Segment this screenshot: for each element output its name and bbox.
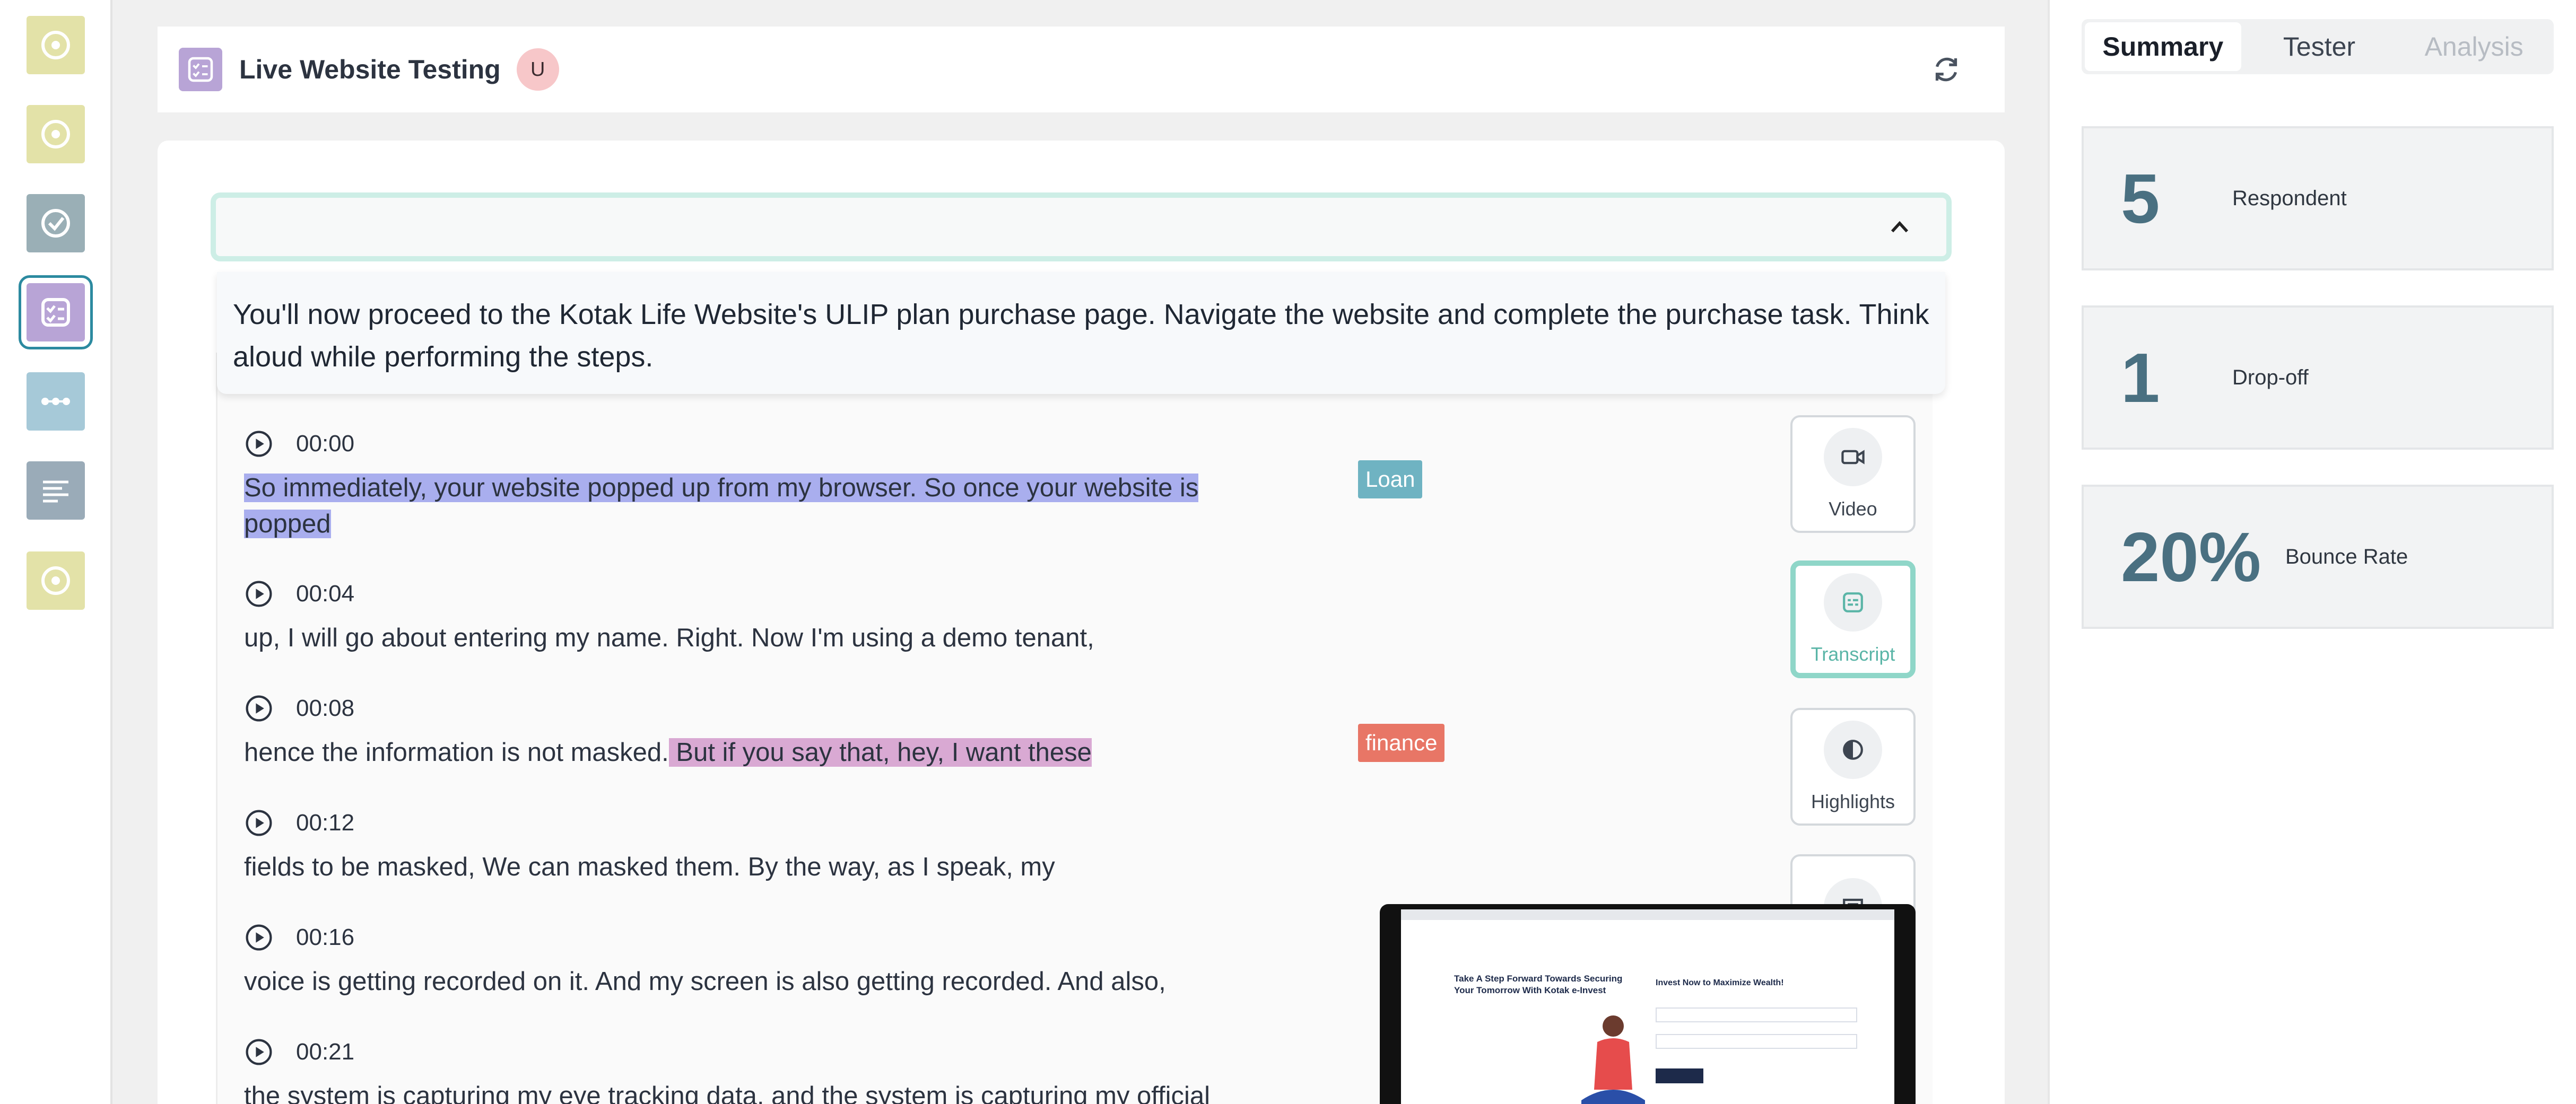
text-lines-icon: [43, 480, 68, 503]
text-segment: fields to be masked, We can masked them.…: [244, 853, 1055, 881]
transcript-text: hence the information is not masked. But…: [244, 734, 1284, 770]
transcript-entry: 00:21: [244, 1037, 354, 1067]
nav-item-target-3[interactable]: [27, 551, 85, 610]
transcript-entry: 00:16: [244, 923, 354, 952]
play-icon: [246, 431, 272, 457]
left-nav-rail: [0, 0, 112, 1104]
transcript-entry: 00:12: [244, 808, 354, 838]
video-icon: [1824, 428, 1882, 486]
play-icon: [246, 1039, 272, 1065]
page-title: Live Website Testing: [239, 55, 501, 84]
timestamp-row[interactable]: 00:12: [244, 808, 354, 838]
play-icon: [246, 810, 272, 836]
target-icon: [41, 120, 70, 148]
highlighted-text[interactable]: But if you say that, hey, I want these: [668, 738, 1092, 767]
highlighted-text[interactable]: So immediately, your website popped up f…: [244, 474, 1199, 538]
highlights-button[interactable]: Highlights: [1790, 708, 1916, 826]
timestamp: 00:21: [296, 1039, 355, 1065]
summary-tabs: Summary Tester Analysis: [2082, 19, 2554, 74]
preview-button: [1656, 1068, 1703, 1083]
stat-card-dropoff: 1 Drop-off: [2082, 305, 2554, 450]
nav-item-flow[interactable]: [27, 372, 85, 431]
nav-item-target-1[interactable]: [27, 16, 85, 74]
main-card: You'll now proceed to the Kotak Life Web…: [158, 141, 2005, 1104]
timestamp-row[interactable]: 00:21: [244, 1037, 354, 1067]
refresh-button[interactable]: [1925, 48, 1968, 91]
stat-value: 20%: [2121, 518, 2261, 596]
transcript-text: the system is capturing my eye tracking …: [244, 1078, 1411, 1104]
timestamp: 00:12: [296, 810, 355, 836]
text-segment: hence the information is not masked.: [244, 738, 669, 767]
timestamp: 00:08: [296, 695, 355, 721]
avatar[interactable]: U: [516, 48, 559, 91]
text-segment: the system is capturing my eye tracking …: [244, 1082, 1211, 1104]
video-button-label: Video: [1829, 498, 1877, 520]
transcript-entry: 00:04: [244, 579, 354, 609]
play-icon: [246, 695, 272, 722]
timestamp-row[interactable]: 00:16: [244, 923, 354, 952]
stat-card-respondent: 5 Respondent: [2082, 126, 2554, 270]
recorded-screen: Take A Step Forward Towards Securing You…: [1401, 909, 1894, 1104]
transcript-text: fields to be masked, We can masked them.…: [244, 849, 1284, 885]
timestamp: 00:00: [296, 431, 355, 457]
transcript-text: voice is getting recorded on it. And my …: [244, 963, 1284, 1000]
nav-item-text[interactable]: [27, 461, 85, 520]
flow-icon: [41, 398, 70, 405]
task-description: You'll now proceed to the Kotak Life Web…: [217, 272, 1945, 394]
stat-value: 1: [2121, 338, 2160, 417]
preview-headline: Take A Step Forward Towards Securing You…: [1454, 974, 1623, 995]
target-icon: [41, 566, 70, 595]
transcript-icon: [1824, 573, 1882, 632]
timestamp: 00:04: [296, 581, 355, 607]
stat-card-bounce-rate: 20% Bounce Rate: [2082, 485, 2554, 629]
target-icon: [41, 31, 70, 59]
preview-field: [1656, 1007, 1857, 1022]
browser-bar: [1401, 909, 1894, 920]
tab-analysis[interactable]: Analysis: [2397, 22, 2551, 71]
transcript-button-label: Transcript: [1811, 643, 1895, 665]
illustration-person: [1581, 1015, 1645, 1104]
timestamp-row[interactable]: 00:00: [244, 429, 354, 459]
stat-label: Drop-off: [2232, 365, 2309, 389]
nav-item-live-testing[interactable]: [19, 275, 93, 349]
transcript-entry: 00:08: [244, 694, 354, 723]
stat-label: Respondent: [2232, 186, 2347, 210]
chevron-up-icon: [1891, 221, 1909, 233]
refresh-icon: [1935, 57, 1957, 82]
transcript-entry: 00:00: [244, 429, 354, 459]
timestamp: 00:16: [296, 924, 355, 950]
play-icon: [246, 924, 272, 951]
timestamp-row[interactable]: 00:08: [244, 694, 354, 723]
task-select[interactable]: [211, 192, 1952, 261]
stat-label: Bounce Rate: [2285, 545, 2408, 568]
stat-value: 5: [2121, 159, 2160, 238]
nav-item-target-2[interactable]: [27, 105, 85, 163]
transcript-text: up, I will go about entering my name. Ri…: [244, 620, 1284, 656]
highlights-button-label: Highlights: [1811, 791, 1895, 812]
text-segment: voice is getting recorded on it. And my …: [244, 967, 1166, 996]
tag-finance[interactable]: finance: [1358, 724, 1445, 762]
highlight-icon: [1824, 721, 1882, 779]
nav-item-check[interactable]: [27, 194, 85, 252]
preview-field: [1656, 1034, 1857, 1049]
transcript-text: So immediately, your website popped up f…: [244, 470, 1284, 542]
tab-tester[interactable]: Tester: [2241, 22, 2398, 71]
video-button[interactable]: Video: [1790, 415, 1916, 533]
tag-loan[interactable]: Loan: [1358, 460, 1423, 498]
play-icon: [246, 581, 272, 607]
summary-panel: Summary Tester Analysis 5 Respondent 1 D…: [2048, 0, 2576, 1104]
check-circle-icon: [41, 209, 70, 238]
timestamp-row[interactable]: 00:04: [244, 579, 354, 609]
text-segment: up, I will go about entering my name. Ri…: [244, 624, 1094, 652]
preview-form-title: Invest Now to Maximize Wealth!: [1656, 978, 1784, 987]
transcript-button[interactable]: Transcript: [1790, 560, 1916, 678]
page-header: Live Website Testing U: [158, 27, 2005, 112]
checklist-icon: [179, 48, 222, 91]
tab-summary[interactable]: Summary: [2085, 22, 2241, 71]
checklist-icon: [41, 298, 70, 327]
video-preview[interactable]: Take A Step Forward Towards Securing You…: [1380, 904, 1916, 1104]
